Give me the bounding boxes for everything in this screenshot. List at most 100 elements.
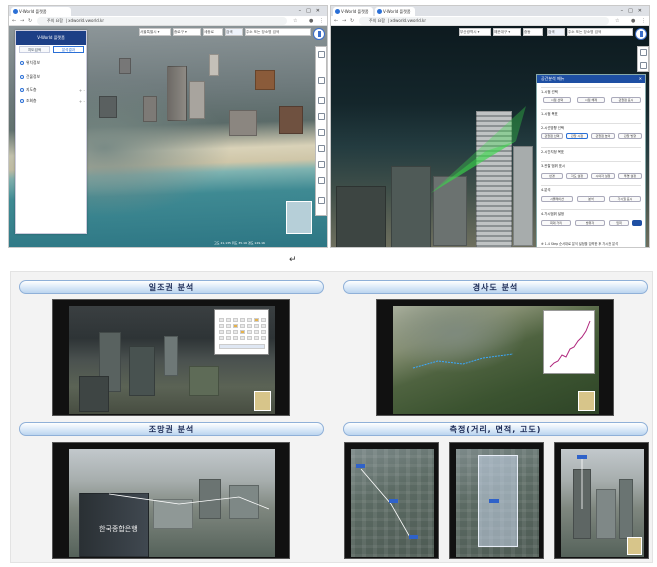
url-field[interactable]: 주의 요함 | xdworld.vworld.kr — [359, 17, 609, 25]
option-chip[interactable]: 각도 설정 — [566, 173, 588, 179]
compass-icon[interactable] — [313, 28, 325, 40]
option-chip[interactable]: 방위각 — [575, 220, 605, 226]
option-chip[interactable]: 관찰 방향 — [618, 133, 642, 139]
option-chip[interactable]: 가시권 표시 — [609, 196, 641, 202]
tab-analysis-results[interactable]: 분석결과 — [53, 46, 84, 53]
favicon-icon — [377, 9, 382, 14]
option-chip[interactable]: 분석 — [577, 196, 605, 202]
measure-screenshot-distance — [344, 442, 439, 559]
browser-tab[interactable]: V-World 플랫폼 — [375, 7, 415, 16]
platform-logo: V-World 플랫폼 — [16, 31, 86, 45]
side-item-layer[interactable]: 지도층 + - — [19, 86, 85, 94]
browser-tabbar: V-World 플랫폼 –□✕ — [9, 6, 327, 16]
zoom-out-icon[interactable] — [640, 62, 647, 69]
option-chip[interactable]: 시야각 설정 — [591, 173, 615, 179]
left-browser-window: V-World 플랫폼 –□✕ ← → ↻ 주의 요함 | xdworld.vw… — [8, 5, 328, 248]
analysis-panel-title: 공간분석 메뉴 — [537, 75, 645, 83]
back-icon[interactable]: ← — [12, 17, 16, 25]
star-icon[interactable]: ☆ — [615, 17, 619, 25]
side-item-label: 조회층 — [26, 98, 37, 103]
back-icon[interactable]: ← — [334, 17, 338, 25]
map-3d-view[interactable]: V-World 플랫폼 지도검색 분석결과 위치정보 건물정보 지도층 + - … — [9, 26, 327, 247]
option-chip[interactable]: 관찰 시점 — [566, 133, 588, 139]
close-icon[interactable]: ✕ — [639, 76, 642, 81]
option-chip[interactable]: 반경 — [541, 173, 563, 179]
map-3d-view[interactable]: 부산광역시 ▾ 해운대구 ▾ 중동 검색 주소 또는 장소명 검색 공간분석 메… — [331, 26, 649, 247]
capture-icon[interactable] — [318, 177, 325, 184]
forward-icon[interactable]: → — [20, 17, 24, 25]
tab-title: V-World 플랫폼 — [383, 9, 411, 14]
tab-map-search[interactable]: 지도검색 — [19, 46, 50, 53]
option-chip[interactable]: 시뮬레이션 — [541, 196, 573, 202]
url-field[interactable]: 주의 요함 | xdworld.vworld.kr — [37, 17, 287, 25]
window-controls[interactable]: –□✕ — [299, 6, 325, 16]
browser-tab[interactable]: V-World 플랫폼 — [11, 7, 71, 16]
measure-icon[interactable] — [318, 113, 325, 120]
status-bar: 고도 21,135 위도 35.16 경도 129.16 — [214, 241, 265, 245]
region-select[interactable]: 부산광역시 ▾ — [459, 28, 491, 36]
panel-section: 1.시점 선택 시점 선택 시점 해제 관찰점 표시 — [541, 87, 641, 105]
dong-select[interactable]: 세종로 — [203, 28, 223, 36]
security-label: 주의 요함 — [369, 18, 385, 23]
forward-icon[interactable]: → — [342, 17, 346, 25]
run-button[interactable] — [632, 220, 642, 226]
search-button[interactable]: 검색 — [225, 28, 243, 36]
panel-section: 1.시점 목표 — [541, 109, 641, 119]
option-chip[interactable]: 시점 해제 — [577, 97, 605, 103]
analysis-icon[interactable] — [318, 145, 325, 152]
region-select[interactable]: 서울특별시 ▾ — [139, 28, 171, 36]
district-select[interactable]: 해운대구 ▾ — [493, 28, 521, 36]
section-label: 3.관찰 범위 표시 — [541, 164, 566, 168]
profile-icon[interactable]: ● — [309, 17, 313, 25]
favicon-icon — [13, 9, 18, 14]
star-icon[interactable]: ☆ — [293, 17, 297, 25]
tab-title: V-World 플랫폼 — [341, 9, 369, 14]
side-item-location[interactable]: 위치정보 — [19, 59, 85, 67]
expand-icon[interactable]: + - — [79, 87, 85, 95]
mini-map — [578, 391, 595, 411]
district-select[interactable]: 종로구 ▾ — [173, 28, 201, 36]
browser-tab[interactable]: V-World 플랫폼 — [333, 7, 373, 16]
print-icon[interactable] — [318, 161, 325, 168]
menu-icon[interactable]: ⋮ — [641, 17, 646, 25]
reload-icon[interactable]: ↻ — [350, 17, 354, 25]
option-chip[interactable]: 시점 선택 — [543, 97, 571, 103]
panel-footnote: ※ 1-4 Step 순서대로 분석 설정을 입력한 후 가시권 분석 — [541, 242, 619, 246]
address-bar: ← → ↻ 주의 요함 | xdworld.vworld.kr ☆ ● ⋮ — [9, 16, 327, 26]
option-chip[interactable]: 입력 — [609, 220, 629, 226]
zoom-in-icon[interactable] — [640, 49, 647, 56]
dong-select[interactable]: 중동 — [523, 28, 543, 36]
option-chip[interactable]: 관찰점 표시 — [611, 97, 641, 103]
location-icon — [20, 61, 24, 65]
option-chip[interactable]: 최대 거리 — [541, 220, 571, 226]
search-button[interactable]: 검색 — [547, 28, 565, 36]
search-input[interactable]: 주소 또는 장소명 검색 — [567, 28, 633, 36]
expand-icon[interactable]: + - — [79, 98, 85, 106]
section-label: 1.시점 목표 — [541, 112, 558, 116]
mini-map — [627, 537, 642, 555]
option-chip[interactable]: 관찰점 선택 — [541, 133, 563, 139]
layer-tool-icon[interactable] — [318, 129, 325, 136]
rotate-icon[interactable] — [318, 97, 325, 104]
side-item-label: 지도층 — [26, 87, 37, 92]
zoom-in-icon[interactable] — [318, 51, 325, 58]
help-icon[interactable] — [318, 197, 325, 204]
menu-icon[interactable]: ⋮ — [319, 17, 324, 25]
window-controls[interactable]: –□✕ — [621, 6, 647, 16]
option-chip[interactable]: 투명 설정 — [618, 173, 642, 179]
option-chip[interactable]: 관찰점 높이 — [591, 133, 615, 139]
panel-section: 4.가시범위 설정 최대 거리 방위각 입력 — [541, 209, 642, 231]
panel-section: 2.시간지정 목표 — [541, 147, 641, 157]
mini-map[interactable] — [286, 201, 312, 234]
profile-icon[interactable]: ● — [631, 17, 635, 25]
side-item-query[interactable]: 조회층 + - — [19, 97, 85, 105]
zoom-out-icon[interactable] — [318, 77, 325, 84]
search-input[interactable]: 주소 또는 장소명 검색 — [245, 28, 311, 36]
side-panel-tabs: 지도검색 분석결과 — [16, 45, 86, 54]
section-title-view: 조망권 분석 — [19, 422, 324, 436]
compass-icon[interactable] — [635, 28, 647, 40]
slope-screenshot — [376, 299, 614, 416]
reload-icon[interactable]: ↻ — [28, 17, 32, 25]
side-item-building[interactable]: 건물정보 — [19, 73, 85, 81]
mini-map — [254, 391, 271, 411]
